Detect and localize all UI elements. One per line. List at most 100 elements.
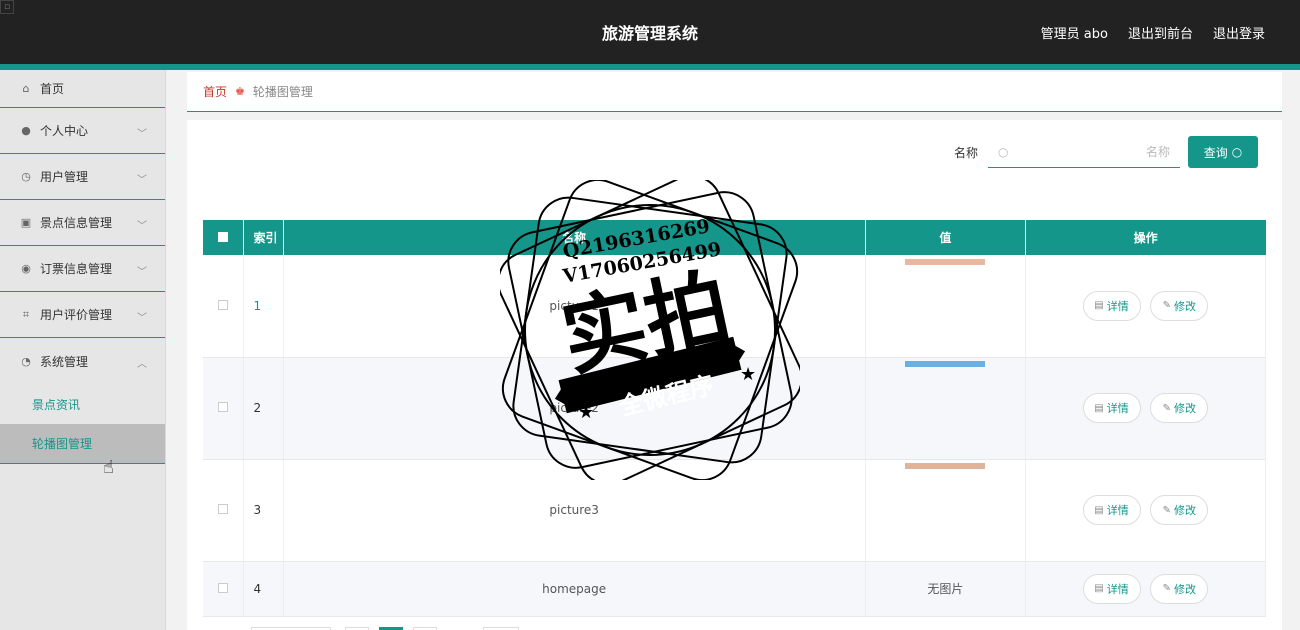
- sidebar-subitem-label: 轮播图管理: [32, 437, 93, 451]
- window-corner-icon: ▫: [0, 0, 14, 14]
- search-button[interactable]: 查询 ○: [1188, 136, 1258, 168]
- top-header: ▫ 旅游管理系统 管理员 abo 退出到前台 退出登录: [0, 0, 1300, 64]
- row-checkbox[interactable]: [217, 582, 228, 593]
- main-content: 名称 ○ 名称 查询 ○ 索引 名称 值 操作 1 picture1 ▤ 详情 …: [187, 120, 1282, 630]
- chevron-down-icon: ﹀: [137, 128, 147, 140]
- row-value: [865, 255, 1026, 358]
- detail-button[interactable]: ▤ 详情: [1082, 495, 1141, 525]
- detail-button[interactable]: ▤ 详情: [1082, 393, 1141, 423]
- row-value: 无图片: [865, 561, 1026, 617]
- logout-link[interactable]: 退出登录: [1213, 23, 1265, 42]
- pencil-icon: ✎: [1162, 402, 1172, 414]
- sidebar-item-users[interactable]: ◷ 用户管理 ﹀: [0, 154, 165, 200]
- row-checkbox[interactable]: [217, 299, 228, 310]
- exit-to-front-link[interactable]: 退出到前台: [1128, 23, 1193, 42]
- row-name: homepage: [283, 561, 866, 617]
- document-icon: ▤: [1094, 300, 1104, 312]
- row-actions: ▤ 详情 ✎ 修改: [1025, 459, 1267, 562]
- column-header: 值: [865, 220, 1026, 255]
- document-icon: ▤: [1094, 402, 1104, 414]
- pencil-icon: ✎: [1162, 504, 1172, 516]
- home-separator-icon: ♚: [235, 85, 245, 98]
- sidebar-item-label: 用户管理: [40, 170, 89, 184]
- clock-icon: ◷: [21, 170, 31, 183]
- search-icon: ○: [1231, 145, 1243, 159]
- header-accent-bar: [0, 64, 1300, 70]
- carousel-table: 索引 名称 值 操作 1 picture1 ▤ 详情 ✎ 修改 2 picture2: [203, 220, 1267, 617]
- thumbnail-image: [905, 361, 986, 367]
- pencil-icon: ✎: [1162, 583, 1172, 594]
- row-value: [865, 357, 1026, 460]
- edit-button[interactable]: ✎ 修改: [1150, 290, 1209, 321]
- header-actions: 管理员 abo 退出到前台 退出登录: [1041, 23, 1265, 42]
- sidebar-item-system[interactable]: ◔ 系统管理 ︿: [0, 338, 165, 384]
- sidebar: ⌂ 首页 ● 个人中心 ﹀ ◷ 用户管理 ﹀ ▣ 景点信息管理 ﹀ ◉ 订票信息…: [0, 70, 166, 630]
- table-row: 4 homepage 无图片 ▤ 详情 ✎ 修改: [203, 561, 1267, 617]
- row-value: [865, 459, 1026, 562]
- compass-icon: ◔: [21, 354, 31, 368]
- column-header: 名称: [283, 220, 866, 255]
- hand-cursor-icon: ☝: [103, 457, 114, 478]
- user-icon: ●: [21, 124, 31, 137]
- search-label: 名称: [953, 145, 978, 160]
- chevron-up-icon: ︿: [137, 359, 147, 370]
- sidebar-subitem-carousel[interactable]: 轮播图管理: [0, 424, 165, 464]
- sidebar-item-reviews[interactable]: ⌗ 用户评价管理 ﹀: [0, 292, 165, 338]
- sidebar-subitem-label: 景点资讯: [32, 397, 81, 412]
- sidebar-item-profile[interactable]: ● 个人中心 ﹀: [0, 108, 165, 154]
- chevron-down-icon: ﹀: [137, 174, 147, 186]
- chevron-down-icon: ﹀: [137, 220, 147, 232]
- chevron-down-icon: ﹀: [137, 312, 147, 324]
- edit-button[interactable]: ✎ 修改: [1150, 393, 1209, 423]
- column-header: 索引: [243, 220, 284, 255]
- document-icon: ▤: [1094, 583, 1104, 594]
- search-input[interactable]: ○ 名称: [988, 136, 1180, 168]
- thumbnail-image: [905, 258, 986, 265]
- sidebar-item-attractions[interactable]: ▣ 景点信息管理 ﹀: [0, 200, 165, 246]
- thumbnail-image: [905, 463, 986, 469]
- select-all-header[interactable]: [203, 220, 244, 255]
- row-name: picture2: [283, 357, 866, 460]
- breadcrumb: 首页 ♚ 轮播图管理: [187, 72, 1282, 112]
- row-index: 2: [243, 357, 284, 460]
- sidebar-subitem-news[interactable]: 景点资讯: [0, 384, 165, 424]
- clipboard-icon: ▣: [20, 216, 32, 229]
- column-header: 操作: [1025, 220, 1266, 255]
- detail-button[interactable]: ▤ 详情: [1082, 290, 1141, 321]
- sidebar-item-home[interactable]: ⌂ 首页: [0, 70, 165, 108]
- breadcrumb-home-link[interactable]: 首页: [203, 83, 227, 100]
- sidebar-item-label: 订票信息管理: [40, 262, 113, 276]
- row-checkbox[interactable]: [217, 402, 228, 412]
- row-checkbox[interactable]: [217, 504, 228, 514]
- table-row: 1 picture1 ▤ 详情 ✎ 修改: [203, 255, 1267, 358]
- search-button-label: 查询: [1203, 145, 1228, 160]
- row-name: picture3: [283, 459, 866, 562]
- row-index: 3: [243, 459, 284, 562]
- chevron-down-icon: ﹀: [137, 266, 147, 278]
- row-index: 4: [243, 561, 284, 617]
- row-index: 1: [243, 255, 284, 358]
- select-all-checkbox[interactable]: [217, 231, 228, 242]
- sidebar-item-tickets[interactable]: ◉ 订票信息管理 ﹀: [0, 246, 165, 292]
- home-icon: ⌂: [22, 82, 30, 95]
- breadcrumb-current: 轮播图管理: [252, 85, 313, 99]
- crop-icon: ⌗: [22, 307, 30, 321]
- sidebar-item-label: 首页: [40, 82, 65, 96]
- row-actions: ▤ 详情 ✎ 修改: [1025, 357, 1267, 460]
- edit-button[interactable]: ✎ 修改: [1150, 495, 1209, 525]
- search-placeholder: 名称: [1145, 145, 1170, 159]
- search-icon: ○: [998, 144, 1009, 159]
- sidebar-item-label: 用户评价管理: [40, 308, 113, 322]
- admin-user-label[interactable]: 管理员 abo: [1041, 23, 1108, 42]
- sidebar-item-label: 系统管理: [40, 354, 89, 369]
- row-actions: ▤ 详情 ✎ 修改: [1025, 255, 1267, 358]
- table-row: 2 picture2 ▤ 详情 ✎ 修改: [203, 357, 1267, 460]
- edit-button[interactable]: ✎ 修改: [1150, 573, 1209, 604]
- sidebar-item-label: 景点信息管理: [40, 216, 113, 230]
- row-name: picture1: [283, 255, 866, 358]
- document-icon: ▤: [1094, 504, 1104, 516]
- table-header-row: 索引 名称 值 操作: [203, 220, 1266, 255]
- table-row: 3 picture3 ▤ 详情 ✎ 修改: [203, 459, 1267, 562]
- detail-button[interactable]: ▤ 详情: [1082, 573, 1141, 604]
- bulb-icon: ◉: [21, 262, 31, 275]
